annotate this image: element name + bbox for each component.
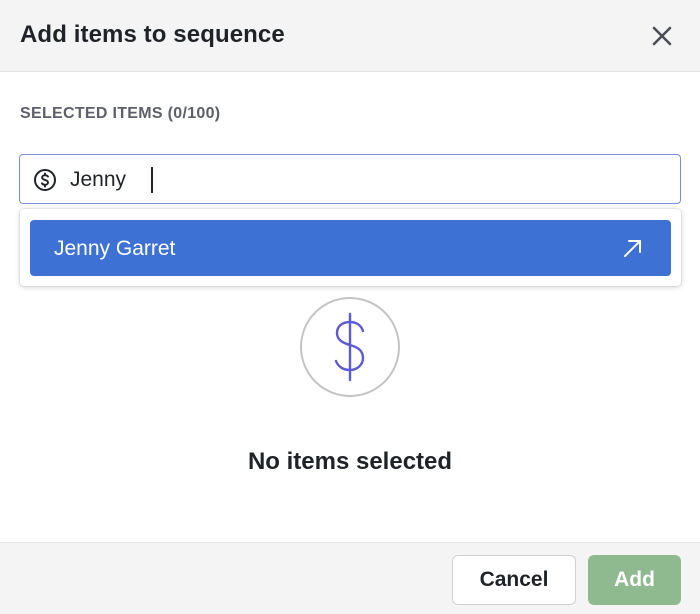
add-button[interactable]: Add: [588, 555, 681, 605]
selected-items-label: SELECTED ITEMS (0/100): [20, 105, 221, 122]
cancel-button[interactable]: Cancel: [452, 555, 576, 605]
text-cursor: [151, 167, 153, 193]
option-label: Jenny Garret: [54, 237, 176, 260]
arrow-up-right-icon: [621, 236, 645, 260]
close-icon: [652, 26, 672, 46]
close-button[interactable]: [648, 22, 676, 50]
search-field[interactable]: [19, 154, 681, 204]
dialog-title: Add items to sequence: [20, 21, 285, 48]
dollar-icon: [334, 312, 365, 382]
dialog-header: Add items to sequence: [0, 0, 700, 72]
search-input[interactable]: [70, 166, 670, 194]
search-results-dropdown: Jenny Garret: [20, 209, 681, 286]
dropdown-option-jenny-garret[interactable]: Jenny Garret: [30, 220, 671, 276]
dialog-footer: Cancel Add: [0, 542, 700, 614]
add-items-dialog: Add items to sequence SELECTED ITEMS (0/…: [0, 0, 700, 614]
empty-state-text: No items selected: [247, 448, 453, 475]
dollar-circle-icon: [33, 168, 57, 192]
empty-state-icon-circle: [300, 297, 400, 397]
